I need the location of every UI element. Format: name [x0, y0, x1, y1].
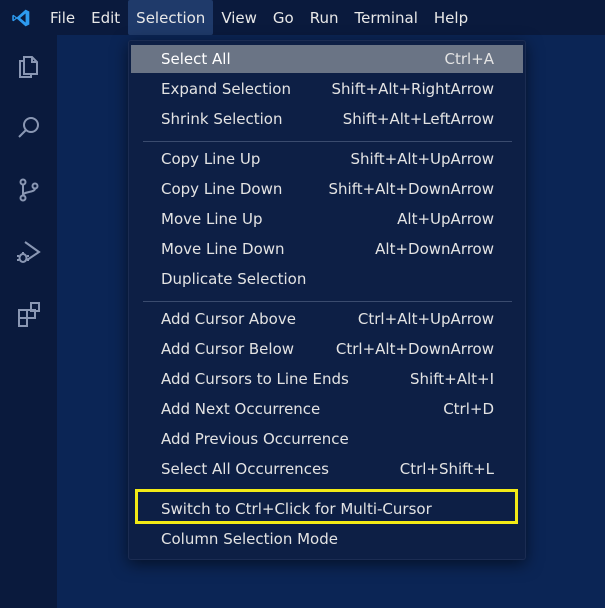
run-debug-icon[interactable]	[0, 221, 57, 283]
menu-item-add-previous-occurrence[interactable]: Add Previous Occurrence	[131, 425, 523, 453]
menu-selection[interactable]: Selection	[128, 0, 214, 35]
menu-item-shortcut: Shift+Alt+UpArrow	[350, 150, 495, 168]
activity-bar	[0, 35, 57, 608]
menu-item-shortcut: Alt+DownArrow	[375, 240, 494, 258]
menu-item-shortcut: Shift+Alt+LeftArrow	[342, 110, 494, 128]
menu-item-shortcut: Ctrl+D	[443, 400, 494, 418]
menu-item-move-line-up[interactable]: Move Line Up Alt+UpArrow	[131, 205, 523, 233]
menu-edit[interactable]: Edit	[83, 0, 128, 35]
menu-item-select-all[interactable]: Select All Ctrl+A	[131, 45, 523, 73]
menu-item-duplicate-selection[interactable]: Duplicate Selection	[131, 265, 523, 293]
menu-item-shortcut: Ctrl+Alt+UpArrow	[357, 310, 494, 328]
menu-item-copy-line-down[interactable]: Copy Line Down Shift+Alt+DownArrow	[131, 175, 523, 203]
menu-go[interactable]: Go	[265, 0, 302, 35]
menu-item-label: Copy Line Down	[161, 180, 283, 198]
menu-item-shortcut: Ctrl+Shift+L	[399, 460, 494, 478]
menu-separator	[143, 301, 512, 302]
menu-help[interactable]: Help	[426, 0, 476, 35]
menu-item-label: Copy Line Up	[161, 150, 261, 168]
menu-view[interactable]: View	[213, 0, 265, 35]
menu-separator	[143, 141, 512, 142]
menu-item-expand-selection[interactable]: Expand Selection Shift+Alt+RightArrow	[131, 75, 523, 103]
menu-item-label: Switch to Ctrl+Click for Multi-Cursor	[161, 500, 432, 518]
menu-item-label: Shrink Selection	[161, 110, 283, 128]
menu-separator	[143, 491, 512, 492]
menu-item-add-cursor-below[interactable]: Add Cursor Below Ctrl+Alt+DownArrow	[131, 335, 523, 363]
menu-item-label: Move Line Down	[161, 240, 285, 258]
menu-item-shortcut: Alt+UpArrow	[397, 210, 494, 228]
menu-terminal[interactable]: Terminal	[347, 0, 426, 35]
menu-item-label: Select All Occurrences	[161, 460, 329, 478]
menu-file[interactable]: File	[42, 0, 83, 35]
menu-item-shortcut: Shift+Alt+DownArrow	[328, 180, 495, 198]
menu-item-shortcut: Shift+Alt+RightArrow	[331, 80, 495, 98]
title-bar: File Edit Selection View Go Run Terminal Help	[0, 0, 605, 35]
menu-item-label: Add Next Occurrence	[161, 400, 321, 418]
menu-item-label: Add Cursor Below	[161, 340, 295, 358]
source-control-icon[interactable]	[0, 159, 57, 221]
explorer-icon[interactable]	[0, 35, 57, 97]
extensions-icon[interactable]	[0, 283, 57, 345]
menu-item-add-next-occurrence[interactable]: Add Next Occurrence Ctrl+D	[131, 395, 523, 423]
menu-item-column-selection-mode[interactable]: Column Selection Mode	[131, 525, 523, 553]
search-icon[interactable]	[0, 97, 57, 159]
vscode-logo-icon	[0, 0, 42, 35]
menu-item-label: Duplicate Selection	[161, 270, 307, 288]
menu-item-switch-to-ctrl-click-for-multi-cursor[interactable]: Switch to Ctrl+Click for Multi-Cursor	[131, 495, 523, 523]
menu-bar: File Edit Selection View Go Run Terminal Help	[42, 0, 476, 35]
menu-item-add-cursor-above[interactable]: Add Cursor Above Ctrl+Alt+UpArrow	[131, 305, 523, 333]
menu-item-label: Column Selection Mode	[161, 530, 338, 548]
menu-item-shrink-selection[interactable]: Shrink Selection Shift+Alt+LeftArrow	[131, 105, 523, 133]
menu-item-label: Move Line Up	[161, 210, 263, 228]
selection-menu-dropdown: Select All Ctrl+A Expand Selection Shift+Al…	[128, 40, 526, 560]
menu-item-shortcut: Ctrl+A	[444, 50, 494, 68]
menu-item-shortcut: Shift+Alt+I	[410, 370, 494, 388]
menu-run[interactable]: Run	[302, 0, 347, 35]
menu-item-label: Add Previous Occurrence	[161, 430, 349, 448]
menu-item-label: Select All	[161, 50, 231, 68]
menu-item-label: Add Cursor Above	[161, 310, 296, 328]
menu-item-copy-line-up[interactable]: Copy Line Up Shift+Alt+UpArrow	[131, 145, 523, 173]
menu-item-shortcut: Ctrl+Alt+DownArrow	[335, 340, 494, 358]
menu-item-select-all-occurrences[interactable]: Select All Occurrences Ctrl+Shift+L	[131, 455, 523, 483]
menu-item-label: Add Cursors to Line Ends	[161, 370, 349, 388]
menu-item-move-line-down[interactable]: Move Line Down Alt+DownArrow	[131, 235, 523, 263]
menu-item-add-cursors-to-line-ends[interactable]: Add Cursors to Line Ends Shift+Alt+I	[131, 365, 523, 393]
menu-item-label: Expand Selection	[161, 80, 291, 98]
